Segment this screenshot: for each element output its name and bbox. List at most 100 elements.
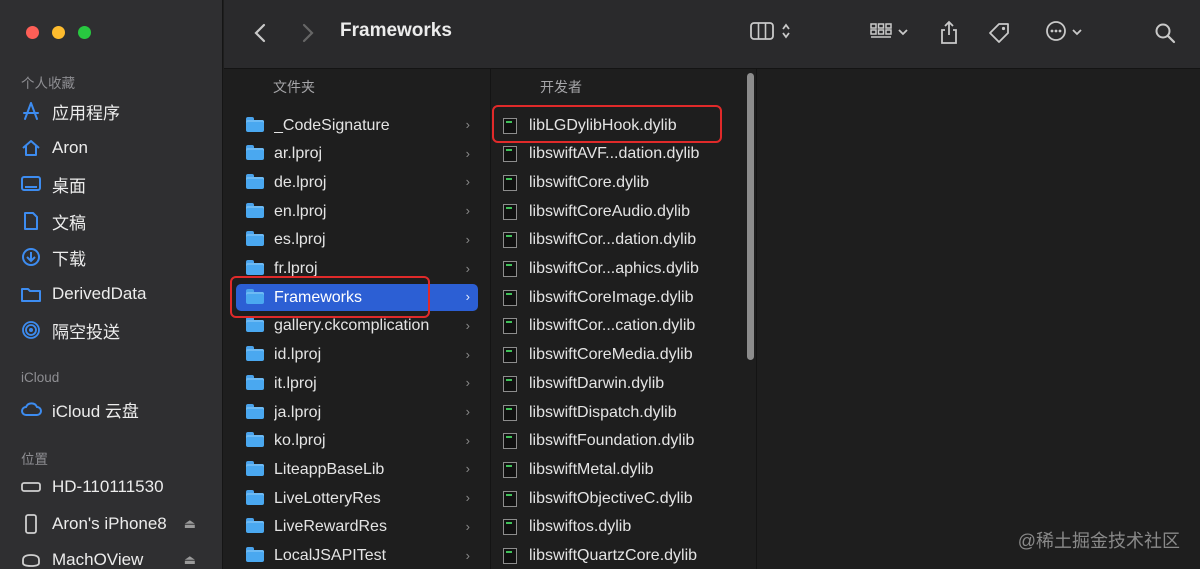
file-row[interactable]: libswiftMetal.dylib bbox=[491, 456, 748, 483]
executable-file-icon bbox=[503, 375, 517, 392]
folder-label: _CodeSignature bbox=[274, 116, 390, 134]
back-icon[interactable] bbox=[248, 18, 272, 48]
folder-row[interactable]: LiteappBaseLib › bbox=[236, 456, 478, 483]
view-mode-button[interactable] bbox=[744, 18, 796, 48]
close-window-button[interactable] bbox=[26, 26, 39, 39]
sidebar-item-deriveddata[interactable]: DerivedData bbox=[20, 279, 210, 309]
executable-file-icon bbox=[503, 461, 517, 478]
file-row[interactable]: libswiftQuartzCore.dylib bbox=[491, 543, 748, 569]
chevron-right-icon: › bbox=[465, 518, 470, 534]
folder-label: LiveRewardRes bbox=[274, 518, 387, 536]
folder-icon bbox=[246, 203, 266, 221]
search-icon[interactable] bbox=[1152, 18, 1178, 48]
sidebar-item-label: DerivedData bbox=[52, 284, 147, 303]
eject-icon[interactable]: ⏏ bbox=[184, 516, 196, 532]
folder-icon bbox=[246, 461, 266, 479]
folder-label: en.lproj bbox=[274, 202, 327, 220]
chevron-updown-icon bbox=[781, 22, 791, 45]
more-actions-button[interactable] bbox=[1040, 18, 1088, 48]
file-label: libswiftAVF...dation.dylib bbox=[529, 145, 700, 163]
forward-icon[interactable] bbox=[296, 18, 320, 48]
file-row[interactable]: libswiftCoreMedia.dylib bbox=[491, 342, 748, 369]
file-row[interactable]: libswiftos.dylib bbox=[491, 514, 748, 541]
file-label: libswiftos.dylib bbox=[529, 518, 632, 536]
file-row[interactable]: libswiftObjectiveC.dylib bbox=[491, 485, 748, 512]
chevron-right-icon: › bbox=[465, 317, 470, 333]
file-row[interactable]: libswiftAVF...dation.dylib bbox=[491, 141, 748, 168]
folder-icon bbox=[246, 375, 266, 393]
group-button[interactable] bbox=[864, 18, 914, 48]
file-row[interactable]: libswiftCoreImage.dylib bbox=[491, 284, 748, 311]
columns-view-icon bbox=[749, 21, 775, 46]
file-row[interactable]: libswiftCor...cation.dylib bbox=[491, 313, 748, 340]
documents-icon bbox=[20, 210, 42, 232]
finder-window: 个人收藏 应用程序 Aron 桌面 文稿 下载 DerivedData 隔空投送… bbox=[0, 0, 1200, 569]
executable-file-icon bbox=[503, 289, 517, 306]
column-header: 开发者 bbox=[540, 79, 582, 95]
scrollbar[interactable] bbox=[747, 73, 754, 360]
file-row[interactable]: libswiftFoundation.dylib bbox=[491, 428, 748, 455]
sidebar-item-icloud-drive[interactable]: iCloud 云盘 bbox=[20, 394, 210, 424]
file-row[interactable]: libswiftDarwin.dylib bbox=[491, 370, 748, 397]
chevron-right-icon: › bbox=[465, 404, 470, 419]
folder-row[interactable]: es.lproj › bbox=[236, 227, 478, 254]
folder-label: it.lproj bbox=[274, 374, 317, 392]
file-row[interactable]: libswiftCore.dylib bbox=[491, 169, 748, 196]
minimize-window-button[interactable] bbox=[52, 26, 65, 39]
sidebar-item-machoview[interactable]: MachOView ⏏ bbox=[20, 545, 210, 569]
folder-label: gallery.ckcomplication bbox=[274, 317, 430, 335]
executable-file-icon bbox=[503, 519, 517, 536]
sidebar-item-home[interactable]: Aron bbox=[20, 133, 210, 163]
disk-icon bbox=[20, 549, 42, 569]
folder-icon bbox=[246, 404, 266, 422]
file-row[interactable]: libswiftCor...dation.dylib bbox=[491, 227, 748, 254]
sidebar-item-iphone[interactable]: Aron's iPhone8 ⏏ bbox=[20, 509, 210, 539]
file-row[interactable]: libswiftCor...aphics.dylib bbox=[491, 256, 748, 283]
file-label: libswiftCoreMedia.dylib bbox=[529, 346, 693, 364]
chevron-right-icon: › bbox=[465, 174, 470, 190]
folder-label: ar.lproj bbox=[274, 145, 323, 163]
folder-row[interactable]: it.lproj › bbox=[236, 370, 478, 397]
file-row[interactable]: libswiftCoreAudio.dylib bbox=[491, 198, 748, 225]
folder-row[interactable]: ar.lproj › bbox=[236, 141, 478, 168]
file-row[interactable]: libswiftDispatch.dylib bbox=[491, 399, 748, 426]
sidebar-item-desktop[interactable]: 桌面 bbox=[20, 169, 210, 199]
folder-icon bbox=[246, 346, 266, 364]
column-files[interactable]: 开发者 libLGDylibHook.dylib libswiftAVF...da… bbox=[491, 69, 757, 569]
tag-icon[interactable] bbox=[985, 18, 1013, 48]
chevron-right-icon: › bbox=[465, 260, 470, 276]
watermark: @稀土掘金技术社区 bbox=[1017, 531, 1180, 551]
folder-icon bbox=[246, 547, 266, 565]
file-label: libswiftDarwin.dylib bbox=[529, 374, 665, 392]
executable-file-icon bbox=[503, 318, 517, 335]
folder-row[interactable]: LiveRewardRes › bbox=[236, 514, 478, 541]
folder-row[interactable]: de.lproj › bbox=[236, 169, 478, 196]
file-label: libswiftMetal.dylib bbox=[529, 460, 654, 478]
folder-row[interactable]: LocalJSAPITest › bbox=[236, 543, 478, 569]
executable-file-icon bbox=[503, 404, 517, 421]
sidebar-item-airdrop[interactable]: 隔空投送 bbox=[20, 315, 210, 345]
sidebar-item-hd[interactable]: HD-110111530 bbox=[20, 472, 210, 502]
chevron-right-icon: › bbox=[465, 231, 470, 247]
file-label: libswiftCore.dylib bbox=[529, 173, 650, 191]
grid-icon bbox=[869, 21, 893, 46]
folder-row[interactable]: en.lproj › bbox=[236, 198, 478, 225]
sidebar-item-label: HD-110111530 bbox=[52, 477, 164, 496]
folder-row[interactable]: ko.lproj › bbox=[236, 428, 478, 455]
sidebar-item-applications[interactable]: 应用程序 bbox=[20, 96, 210, 126]
executable-file-icon bbox=[503, 433, 517, 450]
sidebar-item-documents[interactable]: 文稿 bbox=[20, 206, 210, 236]
iphone-icon bbox=[20, 513, 42, 535]
folder-row[interactable]: ja.lproj › bbox=[236, 399, 478, 426]
share-icon[interactable] bbox=[936, 18, 962, 48]
column-folders[interactable]: 文件夹 _CodeSignature › ar.lproj › de.lproj › en.… bbox=[224, 69, 491, 569]
folder-row[interactable]: LiveLotteryRes › bbox=[236, 485, 478, 512]
chevron-right-icon: › bbox=[465, 461, 470, 477]
folder-row[interactable]: id.lproj › bbox=[236, 342, 478, 369]
sidebar-item-label: 桌面 bbox=[52, 176, 86, 196]
zoom-window-button[interactable] bbox=[78, 26, 91, 39]
eject-icon[interactable]: ⏏ bbox=[184, 552, 196, 568]
chevron-right-icon: › bbox=[465, 547, 470, 563]
sidebar-item-downloads[interactable]: 下载 bbox=[20, 242, 210, 272]
folder-row[interactable]: _CodeSignature › bbox=[236, 112, 478, 139]
